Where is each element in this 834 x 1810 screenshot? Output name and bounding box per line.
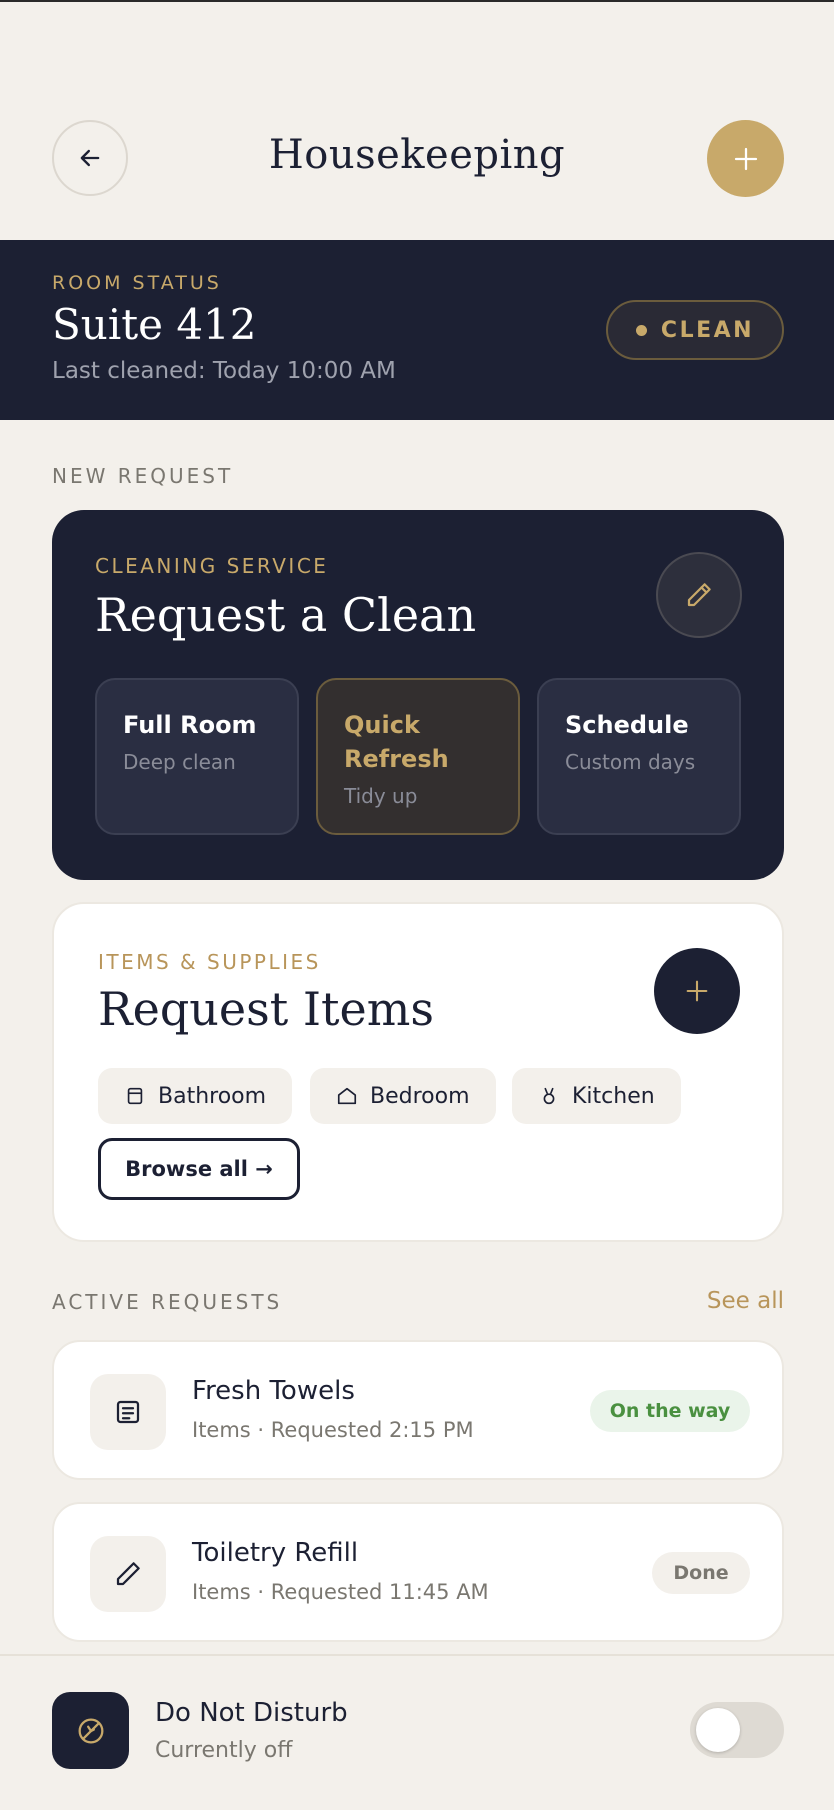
status-badge: CLEAN xyxy=(606,300,784,360)
chip-bathroom[interactable]: Bathroom xyxy=(98,1068,293,1124)
option-title: Full Room xyxy=(123,711,257,739)
chip-bedroom[interactable]: Bedroom xyxy=(310,1068,496,1124)
option-subtitle: Custom days xyxy=(565,750,696,774)
request-title: Toiletry Refill xyxy=(192,1538,359,1568)
chip-label: Bathroom xyxy=(158,1083,267,1109)
clean-card-eyebrow: CLEANING SERVICE xyxy=(95,554,329,578)
add-item-button[interactable] xyxy=(654,948,740,1034)
pencil-icon xyxy=(687,583,711,607)
request-clean-card: CLEANING SERVICE Request a Clean Full Ro… xyxy=(52,510,784,880)
request-row-fresh-towels[interactable]: Fresh Towels Items · Requested 2:15 PM O… xyxy=(52,1340,784,1480)
status-badge: Done xyxy=(652,1552,750,1594)
bathroom-icon xyxy=(127,1087,143,1105)
request-icon-box xyxy=(90,1374,166,1450)
active-requests-label: ACTIVE REQUESTS xyxy=(52,1290,283,1314)
chip-kitchen[interactable]: Kitchen xyxy=(512,1068,681,1124)
status-badge-label: CLEAN xyxy=(660,317,755,343)
chip-label: Bedroom xyxy=(370,1083,470,1109)
room-status-banner: ROOM STATUS Suite 412 Last cleaned: Toda… xyxy=(0,240,834,420)
option-subtitle: Tidy up xyxy=(344,784,418,808)
toggle-knob xyxy=(696,1708,740,1752)
request-title: Fresh Towels xyxy=(192,1376,355,1406)
status-badge: On the way xyxy=(590,1390,750,1432)
option-quick-refresh[interactable]: Quick Refresh Tidy up xyxy=(316,678,520,835)
option-full-room[interactable]: Full Room Deep clean xyxy=(95,678,299,835)
do-not-disturb-icon xyxy=(78,1718,103,1743)
add-button[interactable] xyxy=(707,120,784,197)
option-schedule[interactable]: Schedule Custom days xyxy=(537,678,741,835)
dnd-title: Do Not Disturb xyxy=(155,1698,348,1728)
chip-label: Kitchen xyxy=(572,1083,655,1109)
see-all-link[interactable]: See all xyxy=(640,1288,784,1314)
bedroom-icon xyxy=(337,1087,357,1105)
edit-button[interactable] xyxy=(656,552,742,638)
document-icon xyxy=(116,1400,140,1424)
do-not-disturb-bar: Do Not Disturb Currently off xyxy=(0,1654,834,1810)
option-title: Quick Refresh xyxy=(344,711,449,773)
new-request-label: NEW REQUEST xyxy=(52,464,234,488)
room-name: Suite 412 xyxy=(52,300,257,349)
request-subtitle: Items · Requested 11:45 AM xyxy=(192,1580,489,1604)
dnd-icon-box xyxy=(52,1692,129,1769)
items-card-title: Request Items xyxy=(98,982,434,1036)
clean-card-title: Request a Clean xyxy=(95,588,477,642)
dnd-toggle[interactable] xyxy=(690,1702,784,1758)
browse-all-button[interactable]: Browse all → xyxy=(98,1138,300,1200)
room-status-label: ROOM STATUS xyxy=(52,272,222,294)
request-row-toiletry-refill[interactable]: Toiletry Refill Items · Requested 11:45 … xyxy=(52,1502,784,1642)
dnd-subtitle: Currently off xyxy=(155,1738,293,1763)
app-header: Housekeeping xyxy=(0,2,834,240)
plus-icon xyxy=(734,147,757,170)
plus-icon xyxy=(686,980,708,1002)
items-card-eyebrow: ITEMS & SUPPLIES xyxy=(98,950,321,974)
request-icon-box xyxy=(90,1536,166,1612)
kitchen-icon xyxy=(543,1087,555,1105)
request-subtitle: Items · Requested 2:15 PM xyxy=(192,1418,474,1442)
option-title: Schedule xyxy=(565,711,689,739)
status-dot-icon xyxy=(635,324,647,336)
pencil-icon xyxy=(116,1562,140,1586)
last-cleaned-text: Last cleaned: Today 10:00 AM xyxy=(52,358,396,384)
option-subtitle: Deep clean xyxy=(123,750,236,774)
request-items-card: ITEMS & SUPPLIES Request Items Bathroom … xyxy=(52,902,784,1242)
